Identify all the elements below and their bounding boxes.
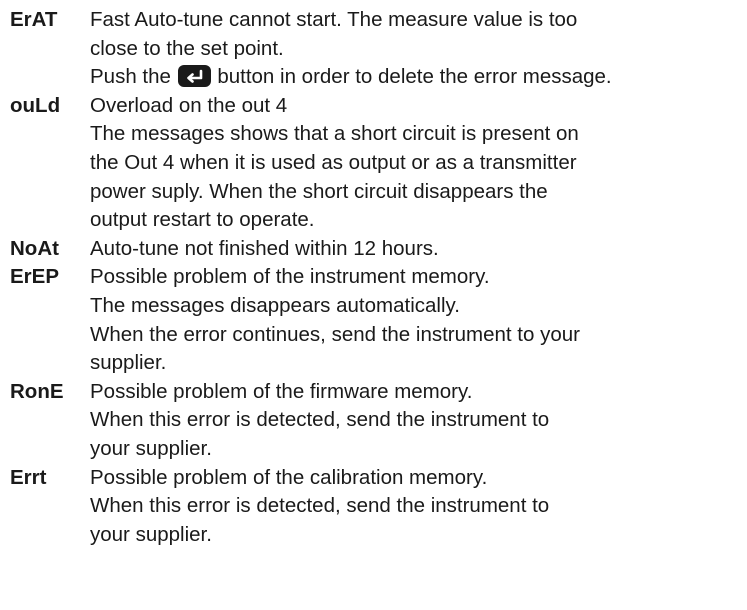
error-description: Possible problem of the calibration memo… bbox=[90, 464, 745, 550]
description-line: supplier. bbox=[90, 351, 167, 375]
error-code: Errt bbox=[10, 465, 47, 489]
description-line: The messages disappears automatically. bbox=[90, 293, 460, 317]
error-code: RonE bbox=[10, 379, 64, 403]
description-line: your supplier. bbox=[90, 522, 212, 546]
error-message-list: ErAT Fast Auto-tune cannot start. The me… bbox=[10, 6, 745, 549]
description-line: When the error continues, send the instr… bbox=[90, 322, 580, 346]
error-entry-erep: ErEP Possible problem of the instrument … bbox=[10, 263, 745, 377]
description-line: close to the set point. bbox=[90, 36, 284, 60]
enter-key-icon bbox=[177, 65, 211, 88]
error-code: ErEP bbox=[10, 265, 59, 289]
description-line: power suply. When the short circuit disa… bbox=[90, 179, 548, 203]
description-line: the Out 4 when it is used as output or a… bbox=[90, 150, 577, 174]
error-code: ErAT bbox=[10, 8, 58, 31]
error-entry-rone: RonE Possible problem of the firmware me… bbox=[10, 378, 745, 464]
error-description: Possible problem of the firmware memory.… bbox=[90, 378, 745, 464]
description-line: your supplier. bbox=[90, 436, 212, 460]
error-description: Fast Auto-tune cannot start. The measure… bbox=[90, 6, 745, 92]
error-code: ouLd bbox=[10, 93, 61, 117]
description-line: Possible problem of the firmware memory. bbox=[90, 379, 473, 403]
description-line: Possible problem of the instrument memor… bbox=[90, 265, 490, 289]
error-description: Overload on the out 4 The messages shows… bbox=[90, 92, 745, 235]
error-description: Auto-tune not finished within 12 hours. bbox=[90, 235, 745, 264]
push-instruction-line: Push the button in order to delete the e… bbox=[90, 63, 745, 92]
description-line: Overload on the out 4 bbox=[90, 93, 288, 117]
push-instruction-after: button in order to delete the error mess… bbox=[217, 65, 612, 89]
description-line: When this error is detected, send the in… bbox=[90, 494, 550, 518]
error-code: NoAt bbox=[10, 236, 59, 260]
description-line: Fast Auto-tune cannot start. The measure… bbox=[90, 8, 578, 31]
description-line: Auto-tune not finished within 12 hours. bbox=[90, 236, 439, 260]
description-line: output restart to operate. bbox=[90, 208, 315, 232]
description-line: When this error is detected, send the in… bbox=[90, 408, 550, 432]
error-entry-errt: Errt Possible problem of the calibration… bbox=[10, 464, 745, 550]
description-line: The messages shows that a short circuit … bbox=[90, 122, 579, 146]
error-entry-erat: ErAT Fast Auto-tune cannot start. The me… bbox=[10, 6, 745, 92]
push-instruction-before: Push the bbox=[90, 65, 171, 89]
description-line: Possible problem of the calibration memo… bbox=[90, 465, 488, 489]
error-entry-noat: NoAt Auto-tune not finished within 12 ho… bbox=[10, 235, 745, 264]
error-description: Possible problem of the instrument memor… bbox=[90, 263, 745, 377]
error-entry-ould: ouLd Overload on the out 4 The messages … bbox=[10, 92, 745, 235]
